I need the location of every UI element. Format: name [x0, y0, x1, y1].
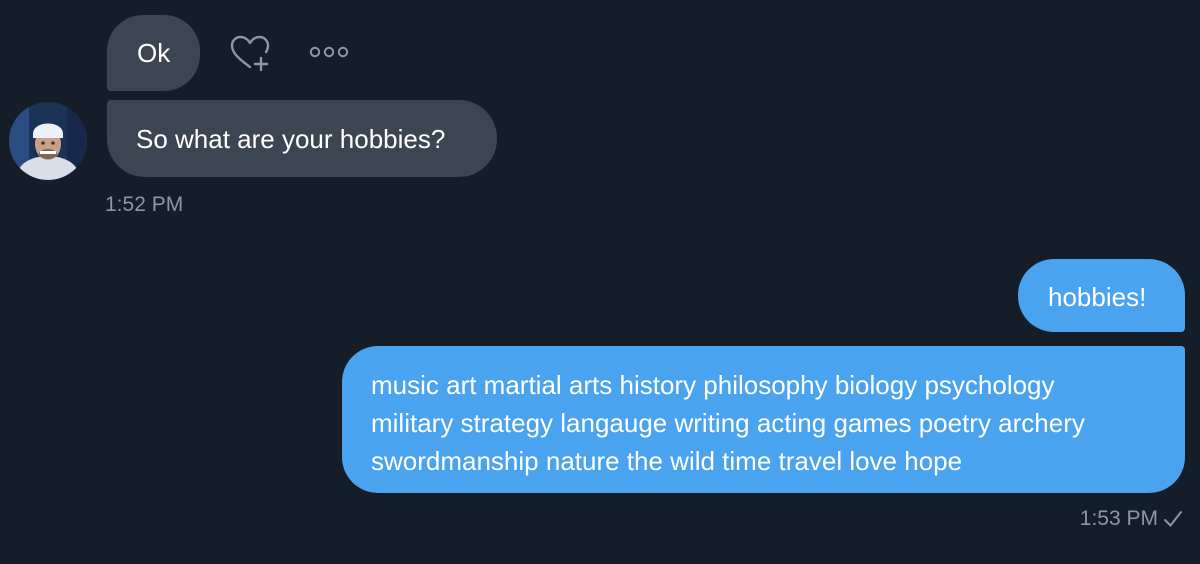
message-text-line: military strategy langauge writing actin… — [371, 408, 1085, 438]
incoming-message-bubble[interactable]: So what are your hobbies? — [107, 100, 497, 177]
message-text: So what are your hobbies? — [136, 124, 446, 154]
message-status: 1:53 PM — [1080, 507, 1184, 531]
outgoing-message-bubble[interactable]: music art martial arts history philosoph… — [342, 346, 1185, 493]
avatar[interactable] — [9, 102, 87, 180]
more-horizontal-icon[interactable] — [308, 44, 350, 60]
message-timestamp: 1:52 PM — [105, 193, 184, 216]
incoming-message-bubble[interactable]: Ok — [107, 15, 200, 91]
message-timestamp: 1:53 PM — [1079, 507, 1158, 530]
message-text: Ok — [137, 38, 171, 68]
check-icon — [1162, 508, 1184, 530]
heart-plus-icon[interactable] — [229, 34, 273, 74]
message-text-line: music art martial arts history philosoph… — [371, 370, 1055, 400]
message-text-line: swordmanship nature the wild time travel… — [371, 446, 963, 476]
message-text: hobbies! — [1048, 282, 1147, 312]
outgoing-message-bubble[interactable]: hobbies! — [1018, 259, 1185, 332]
